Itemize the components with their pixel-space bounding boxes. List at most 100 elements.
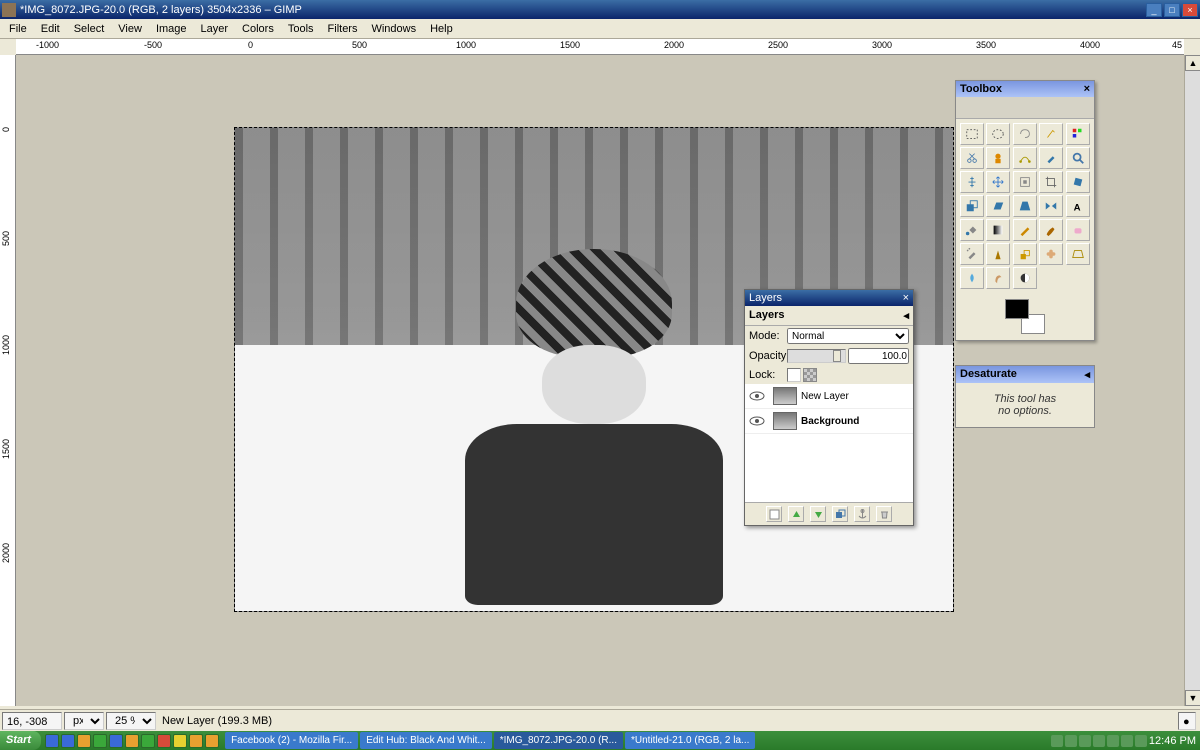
layers-panel[interactable]: Layers × Layers ◂ Mode: Normal Opacity: … — [744, 289, 914, 526]
dodge-tool[interactable] — [1013, 267, 1037, 289]
maximize-button[interactable]: □ — [1164, 3, 1180, 17]
desaturate-menu-icon[interactable]: ◂ — [1084, 368, 1090, 381]
opacity-slider[interactable] — [787, 349, 846, 363]
perspective-clone-tool[interactable] — [1066, 243, 1090, 265]
eraser-tool[interactable] — [1066, 219, 1090, 241]
foreground-color[interactable] — [1005, 299, 1029, 319]
measure-tool[interactable] — [960, 171, 984, 193]
paintbrush-tool[interactable] — [1039, 219, 1063, 241]
menu-edit[interactable]: Edit — [34, 21, 67, 37]
tray-icon[interactable] — [1135, 735, 1147, 747]
layers-menu-icon[interactable]: ◂ — [903, 309, 909, 322]
bucket-fill-tool[interactable] — [960, 219, 984, 241]
clone-tool[interactable] — [1013, 243, 1037, 265]
scroll-v-track[interactable] — [1185, 71, 1200, 690]
color-select-tool[interactable] — [1066, 123, 1090, 145]
menu-layer[interactable]: Layer — [194, 21, 236, 37]
perspective-tool[interactable] — [1013, 195, 1037, 217]
toolbox-title[interactable]: Toolbox × — [956, 81, 1094, 97]
lock-pixels-checkbox[interactable] — [787, 368, 801, 382]
flip-tool[interactable] — [1039, 195, 1063, 217]
scroll-up-button[interactable]: ▲ — [1185, 55, 1200, 71]
taskbar-item[interactable]: *IMG_8072.JPG-20.0 (R... — [494, 732, 623, 749]
tray-icon[interactable] — [1065, 735, 1077, 747]
cancel-icon[interactable]: ● — [1178, 712, 1196, 730]
align-tool[interactable] — [1013, 171, 1037, 193]
ql-icon[interactable] — [205, 734, 219, 748]
fuzzy-select-tool[interactable] — [1039, 123, 1063, 145]
taskbar-item[interactable]: *Untitled-21.0 (RGB, 2 la... — [625, 732, 755, 749]
ql-icon[interactable] — [45, 734, 59, 748]
toolbox-close-icon[interactable]: × — [1084, 83, 1090, 95]
layer-item[interactable]: New Layer — [745, 384, 913, 409]
mode-select[interactable]: Normal — [787, 328, 909, 344]
menu-select[interactable]: Select — [67, 21, 112, 37]
layer-item[interactable]: Background — [745, 409, 913, 434]
delete-layer-button[interactable] — [876, 506, 892, 522]
tray-icon[interactable] — [1079, 735, 1091, 747]
visibility-icon[interactable] — [749, 414, 765, 428]
lock-alpha-checkbox[interactable] — [803, 368, 817, 382]
scrollbar-vertical[interactable]: ▲ ▼ — [1184, 55, 1200, 706]
ink-tool[interactable] — [986, 243, 1010, 265]
desaturate-title[interactable]: Desaturate ◂ — [956, 366, 1094, 383]
raise-layer-button[interactable] — [788, 506, 804, 522]
start-button[interactable]: Start — [0, 731, 41, 750]
layers-titlebar[interactable]: Layers × — [745, 290, 913, 306]
menu-view[interactable]: View — [111, 21, 149, 37]
close-button[interactable]: × — [1182, 3, 1198, 17]
tray-icon[interactable] — [1051, 735, 1063, 747]
zoom-tool[interactable] — [1066, 147, 1090, 169]
blur-tool[interactable] — [960, 267, 984, 289]
rect-select-tool[interactable] — [960, 123, 984, 145]
menu-file[interactable]: File — [2, 21, 34, 37]
duplicate-layer-button[interactable] — [832, 506, 848, 522]
layers-close-icon[interactable]: × — [903, 292, 909, 304]
tray-icon[interactable] — [1121, 735, 1133, 747]
tray-icon[interactable] — [1093, 735, 1105, 747]
taskbar-item[interactable]: Edit Hub: Black And Whit... — [360, 732, 492, 749]
ql-icon[interactable] — [173, 734, 187, 748]
text-tool[interactable]: A — [1066, 195, 1090, 217]
menu-colors[interactable]: Colors — [235, 21, 281, 37]
tray-icon[interactable] — [1107, 735, 1119, 747]
shear-tool[interactable] — [986, 195, 1010, 217]
ql-icon[interactable] — [157, 734, 171, 748]
ql-icon[interactable] — [141, 734, 155, 748]
ql-icon[interactable] — [93, 734, 107, 748]
ql-icon[interactable] — [109, 734, 123, 748]
new-layer-button[interactable] — [766, 506, 782, 522]
zoom-select[interactable]: 25 % — [106, 712, 156, 730]
ql-icon[interactable] — [125, 734, 139, 748]
menu-windows[interactable]: Windows — [364, 21, 423, 37]
unit-select[interactable]: px — [64, 712, 104, 730]
menu-tools[interactable]: Tools — [281, 21, 321, 37]
menu-help[interactable]: Help — [423, 21, 460, 37]
lower-layer-button[interactable] — [810, 506, 826, 522]
foreground-select-tool[interactable] — [986, 147, 1010, 169]
taskbar-item[interactable]: Facebook (2) - Mozilla Fir... — [225, 732, 358, 749]
anchor-layer-button[interactable] — [854, 506, 870, 522]
visibility-icon[interactable] — [749, 389, 765, 403]
color-picker-tool[interactable] — [1039, 147, 1063, 169]
paths-tool[interactable] — [1013, 147, 1037, 169]
smudge-tool[interactable] — [986, 267, 1010, 289]
lasso-tool[interactable] — [1013, 123, 1037, 145]
move-tool[interactable] — [986, 171, 1010, 193]
scale-tool[interactable] — [960, 195, 984, 217]
scissors-tool[interactable] — [960, 147, 984, 169]
rotate-tool[interactable] — [1066, 171, 1090, 193]
scroll-down-button[interactable]: ▼ — [1185, 690, 1200, 706]
airbrush-tool[interactable] — [960, 243, 984, 265]
opacity-input[interactable] — [848, 348, 909, 364]
ql-icon[interactable] — [61, 734, 75, 748]
blend-tool[interactable] — [986, 219, 1010, 241]
ellipse-select-tool[interactable] — [986, 123, 1010, 145]
crop-tool[interactable] — [1039, 171, 1063, 193]
pencil-tool[interactable] — [1013, 219, 1037, 241]
ql-icon[interactable] — [189, 734, 203, 748]
menu-filters[interactable]: Filters — [321, 21, 365, 37]
ql-icon[interactable] — [77, 734, 91, 748]
menu-image[interactable]: Image — [149, 21, 194, 37]
heal-tool[interactable] — [1039, 243, 1063, 265]
